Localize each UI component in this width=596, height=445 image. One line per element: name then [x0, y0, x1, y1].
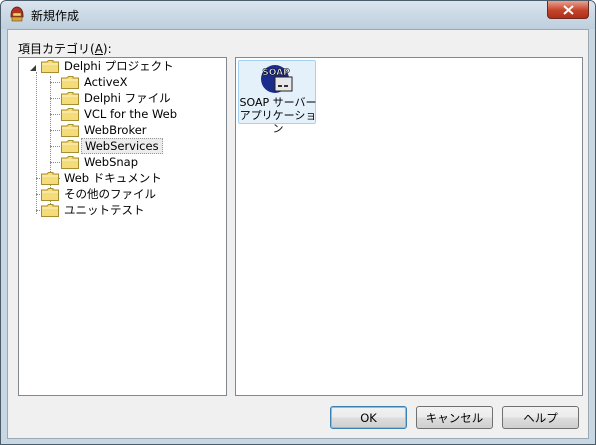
tree-item-label: Delphi プロジェクト	[64, 59, 174, 73]
close-button[interactable]	[547, 1, 589, 19]
window-title: 新規作成	[31, 9, 80, 23]
cancel-button[interactable]: キャンセル	[416, 406, 493, 429]
folder-icon	[61, 108, 79, 121]
tree-line	[36, 72, 37, 214]
collapse-arrow-icon[interactable]	[29, 64, 37, 72]
folder-icon	[41, 188, 59, 201]
folder-icon	[61, 124, 79, 137]
help-button[interactable]: ヘルプ	[502, 406, 579, 429]
new-items-dialog: 新規作成 項目カテゴリ(A): Delphi プロジェクト ActiveX De…	[0, 0, 596, 445]
folder-icon	[41, 204, 59, 217]
item-label: SOAP サーバー アプリケーション	[239, 96, 317, 135]
tree-line	[50, 114, 60, 115]
tree-item-label: ユニットテスト	[64, 203, 145, 217]
tree-line	[50, 130, 60, 131]
item-soap-server-application[interactable]: SOAP SOAP サーバー アプリケーション	[238, 60, 317, 135]
folder-icon	[61, 92, 79, 105]
folder-icon	[61, 76, 79, 89]
tree-item-label: Delphi ファイル	[84, 91, 171, 105]
title-bar[interactable]: 新規作成	[1, 1, 595, 29]
tree-item-label: WebServices	[81, 138, 163, 154]
soap-icon-text: SOAP	[262, 68, 290, 78]
tree-item-label: ActiveX	[84, 75, 128, 89]
category-label: 項目カテゴリ(A):	[18, 42, 112, 56]
ok-button[interactable]: OK	[330, 406, 407, 429]
tree-line	[50, 162, 60, 163]
folder-icon	[41, 60, 59, 73]
tree-line	[50, 98, 60, 99]
delphi-helmet-icon	[10, 6, 24, 22]
folder-icon	[41, 172, 59, 185]
close-icon	[563, 5, 574, 15]
tree-item-label: Web ドキュメント	[64, 171, 162, 185]
soap-server-icon: SOAP	[261, 65, 293, 93]
folder-icon	[61, 156, 79, 169]
dialog-body: 項目カテゴリ(A): Delphi プロジェクト ActiveX Delphi …	[7, 29, 589, 439]
item-list[interactable]: SOAP SOAP サーバー アプリケーション	[235, 57, 583, 396]
folder-icon	[61, 140, 79, 153]
category-tree[interactable]: Delphi プロジェクト ActiveX Delphi ファイル VCL fo…	[18, 57, 227, 396]
tree-item-label: WebBroker	[84, 123, 147, 137]
tree-item-label: その他のファイル	[64, 187, 156, 201]
tree-item-label: WebSnap	[84, 155, 139, 169]
tree-item-label: VCL for the Web	[84, 107, 178, 121]
tree-line	[50, 82, 60, 83]
tree-line	[50, 146, 60, 147]
